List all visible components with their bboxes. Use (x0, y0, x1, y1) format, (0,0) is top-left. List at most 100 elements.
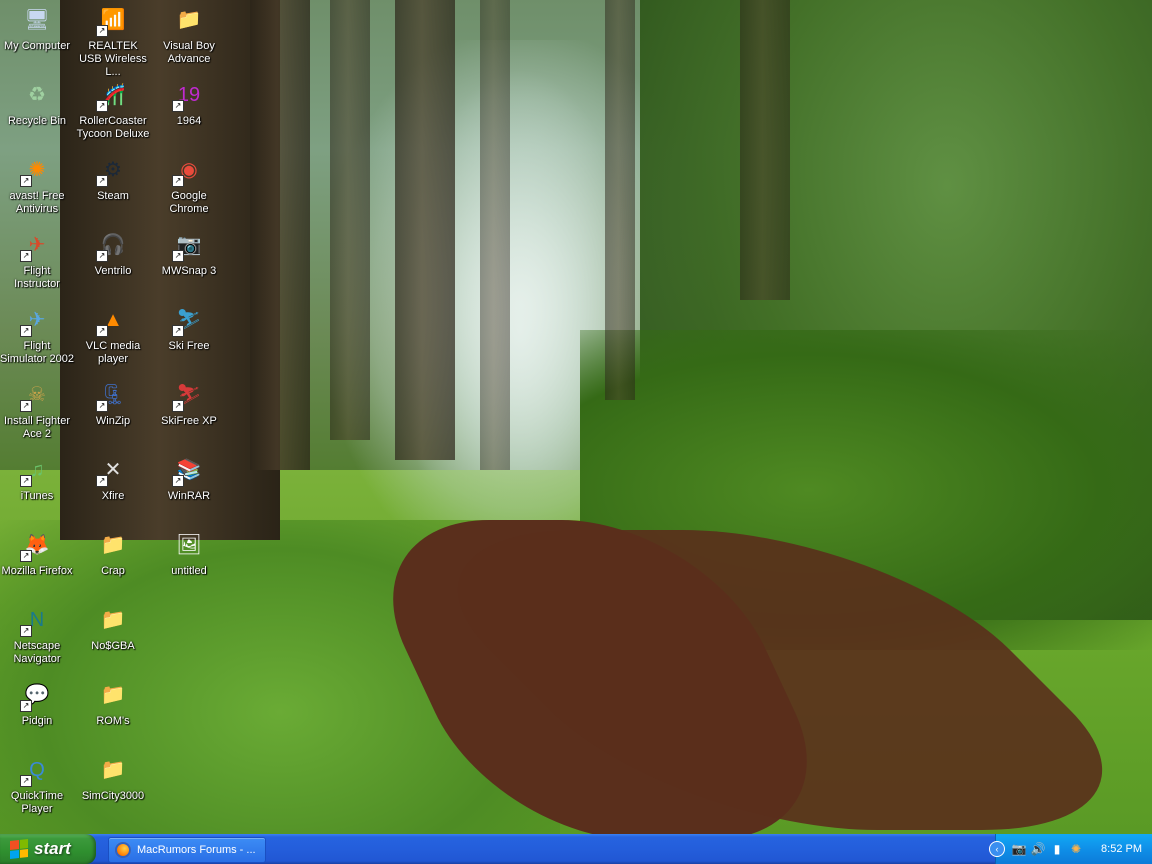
app-icon: 💬 ↗ (20, 679, 53, 712)
desktop-icon[interactable]: ♫ ↗ iTunes (0, 454, 74, 503)
app-icon: N ↗ (20, 604, 53, 637)
desktop-icon-label: ROM's (96, 715, 130, 727)
desktop-icon[interactable]: ✕ ↗ Xfire (76, 454, 150, 503)
wallpaper-trunk (605, 0, 635, 400)
desktop-icon-label: REALTEK USB Wireless L... (79, 40, 147, 78)
app-icon: ✕ ↗ (96, 454, 129, 487)
desktop-icon[interactable]: 🎧 ↗ Ventrilo (76, 229, 150, 278)
desktop-icon[interactable]: 📁 Visual Boy Advance (152, 4, 226, 66)
app-icon: ⛷ ↗ (172, 379, 205, 412)
desktop-icon[interactable]: ♻ Recycle Bin (0, 79, 74, 128)
desktop-icon-label: Ventrilo (94, 265, 132, 277)
shortcut-arrow-icon: ↗ (20, 325, 32, 337)
wallpaper-trunk (740, 0, 790, 300)
shortcut-arrow-icon: ↗ (20, 475, 32, 487)
desktop-icon[interactable]: 📁 SimCity3000 (76, 754, 150, 803)
desktop-icon-label: 1964 (176, 115, 202, 127)
desktop-icon-label: Xfire (101, 490, 125, 502)
desktop-icon[interactable]: Q ↗ QuickTime Player (0, 754, 74, 816)
taskbar: start MacRumors Forums - ... ‹ 📷 🔊 ▮ ✺ 8… (0, 834, 1152, 864)
desktop-icon-label: RollerCoaster Tycoon Deluxe (76, 115, 150, 140)
desktop-icon-label: Visual Boy Advance (163, 40, 215, 65)
app-icon: ♫ ↗ (20, 454, 53, 487)
app-icon: Q ↗ (20, 754, 53, 787)
shortcut-arrow-icon: ↗ (172, 175, 184, 187)
app-icon: ⚙ ↗ (96, 154, 129, 187)
desktop-icon-label: Flight Simulator 2002 (0, 340, 74, 365)
shortcut-arrow-icon: ↗ (96, 100, 108, 112)
shortcut-arrow-icon: ↗ (20, 250, 32, 262)
app-icon: 🦊 ↗ (20, 529, 53, 562)
desktop-icon[interactable]: 🖼 untitled (152, 529, 226, 578)
desktop-icon[interactable]: 📁 Crap (76, 529, 150, 578)
app-icon: 🎢 ↗ (96, 79, 129, 112)
shortcut-arrow-icon: ↗ (20, 550, 32, 562)
desktop-icon[interactable]: ✈ ↗ Flight Simulator 2002 (0, 304, 74, 366)
app-icon: 🗜 ↗ (96, 379, 129, 412)
desktop-icon-label: untitled (171, 565, 207, 577)
desktop-icon[interactable]: ☠ ↗ Install Fighter Ace 2 (0, 379, 74, 441)
firefox-icon (115, 842, 131, 858)
desktop-icon-label: WinRAR (167, 490, 211, 502)
app-icon: 🖼 (176, 534, 202, 556)
shortcut-arrow-icon: ↗ (20, 175, 32, 187)
desktop[interactable]: 🖥 My Computer 📶 ↗ REALTEK USB Wireless L... 📁… (0, 0, 1152, 834)
desktop-icon[interactable]: 🗜 ↗ WinZip (76, 379, 150, 428)
desktop-icon[interactable]: ▲ ↗ VLC media player (76, 304, 150, 366)
shortcut-arrow-icon: ↗ (20, 400, 32, 412)
tray-expand-icon[interactable]: ‹ (989, 841, 1005, 857)
app-icon: 📁 (176, 9, 202, 31)
desktop-icon-label: iTunes (20, 490, 54, 502)
desktop-icon[interactable]: 🎢 ↗ RollerCoaster Tycoon Deluxe (76, 79, 150, 141)
desktop-icon-label: SimCity3000 (81, 790, 145, 802)
desktop-icon[interactable]: 📁 No$GBA (76, 604, 150, 653)
wallpaper-trunk (250, 0, 310, 470)
desktop-icon[interactable]: ⛷ ↗ Ski Free (152, 304, 226, 353)
start-button[interactable]: start (0, 834, 96, 864)
desktop-icon[interactable]: ✈ ↗ Flight Instructor (0, 229, 74, 291)
shortcut-arrow-icon: ↗ (20, 700, 32, 712)
shortcut-arrow-icon: ↗ (172, 100, 184, 112)
signal-icon[interactable]: ▮ (1049, 841, 1065, 857)
desktop-icon[interactable]: ◉ ↗ Google Chrome (152, 154, 226, 216)
desktop-icon[interactable]: 19 ↗ 1964 (152, 79, 226, 128)
shortcut-arrow-icon: ↗ (20, 625, 32, 637)
desktop-icon[interactable]: 📚 ↗ WinRAR (152, 454, 226, 503)
app-icon: 📁 (100, 609, 126, 631)
desktop-icon[interactable]: 🖥 My Computer (0, 4, 74, 53)
avast-icon[interactable]: ✺ (1068, 841, 1084, 857)
sound-icon[interactable]: 🔊 (1030, 841, 1046, 857)
shortcut-arrow-icon: ↗ (96, 475, 108, 487)
desktop-icon-label: Ski Free (168, 340, 210, 352)
desktop-icon-label: My Computer (3, 40, 71, 52)
desktop-icon[interactable]: 📁 ROM's (76, 679, 150, 728)
desktop-icon[interactable]: ⚙ ↗ Steam (76, 154, 150, 203)
app-icon: 19 ↗ (172, 79, 205, 112)
desktop-icon[interactable]: 📷 ↗ MWSnap 3 (152, 229, 226, 278)
app-icon: ☠ ↗ (20, 379, 53, 412)
app-icon: 🎧 ↗ (96, 229, 129, 262)
desktop-icon-label: Recycle Bin (7, 115, 67, 127)
desktop-icon[interactable]: N ↗ Netscape Navigator (0, 604, 74, 666)
desktop-icon-label: Steam (97, 190, 129, 202)
desktop-icon[interactable]: 🦊 ↗ Mozilla Firefox (0, 529, 74, 578)
taskbar-button-firefox[interactable]: MacRumors Forums - ... (108, 837, 266, 863)
app-icon: 📶 ↗ (96, 4, 129, 37)
shortcut-arrow-icon: ↗ (96, 325, 108, 337)
shortcut-arrow-icon: ↗ (172, 400, 184, 412)
desktop-icon[interactable]: ✺ ↗ avast! Free Antivirus (0, 154, 74, 216)
desktop-icon[interactable]: ⛷ ↗ SkiFree XP (152, 379, 226, 428)
taskbar-button-label: MacRumors Forums - ... (137, 844, 256, 856)
app-icon: ♻ (28, 84, 46, 106)
desktop-icon-label: Google Chrome (169, 190, 209, 215)
app-icon: ✈ ↗ (20, 229, 53, 262)
network-camera-icon[interactable]: 📷 (1011, 841, 1027, 857)
shortcut-arrow-icon: ↗ (20, 775, 32, 787)
desktop-icon[interactable]: 📶 ↗ REALTEK USB Wireless L... (76, 4, 150, 79)
shortcut-arrow-icon: ↗ (96, 25, 108, 37)
desktop-icon[interactable]: 💬 ↗ Pidgin (0, 679, 74, 728)
app-icon: 📁 (100, 684, 126, 706)
desktop-icon-label: SkiFree XP (161, 415, 217, 427)
desktop-icon-label: WinZip (95, 415, 131, 427)
desktop-icon-label: No$GBA (91, 640, 135, 652)
